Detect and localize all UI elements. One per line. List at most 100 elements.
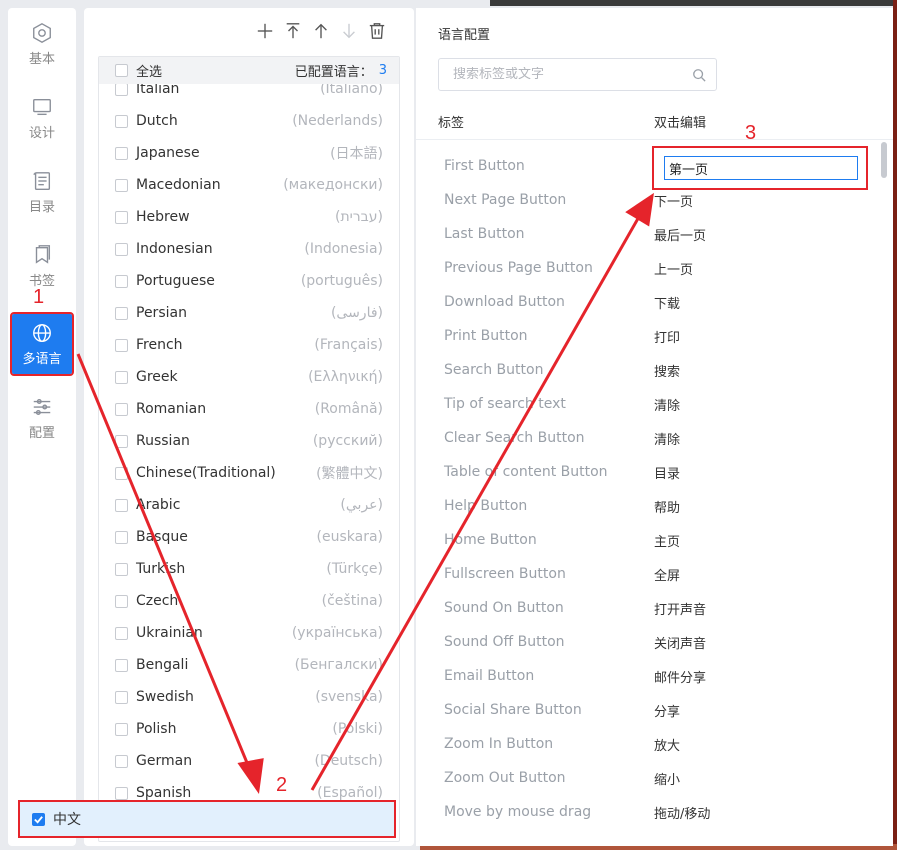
config-row[interactable]: Table of content Button 目录 <box>444 455 864 489</box>
language-row[interactable]: Dutch (Nederlands) <box>99 105 399 137</box>
language-checkbox[interactable] <box>115 722 128 736</box>
language-row[interactable]: Greek (Ελληνική) <box>99 361 399 393</box>
config-value[interactable]: 关闭声音 <box>654 633 706 652</box>
config-value[interactable]: 清除 <box>654 395 680 414</box>
move-up-button[interactable] <box>312 22 330 40</box>
language-checkbox[interactable] <box>115 274 128 288</box>
config-row[interactable]: Fullscreen Button 全屏 <box>444 557 864 591</box>
language-row[interactable]: Macedonian (македонски) <box>99 169 399 201</box>
config-value[interactable]: 搜索 <box>654 361 680 380</box>
add-button[interactable] <box>256 22 274 40</box>
first-button-value-input[interactable] <box>664 156 858 180</box>
config-value[interactable]: 帮助 <box>654 497 680 516</box>
checked-checkbox[interactable] <box>32 812 45 826</box>
language-checkbox[interactable] <box>115 690 128 704</box>
language-row[interactable]: Swedish (svenska) <box>99 681 399 713</box>
config-row[interactable]: Zoom In Button 放大 <box>444 727 864 761</box>
config-row[interactable]: Email Button 邮件分享 <box>444 659 864 693</box>
config-row[interactable]: Home Button 主页 <box>444 523 864 557</box>
language-checkbox[interactable] <box>115 242 128 256</box>
language-checkbox[interactable] <box>115 594 128 608</box>
language-row[interactable]: Ukrainian (українська) <box>99 617 399 649</box>
config-row[interactable]: Zoom Out Button 缩小 <box>444 761 864 795</box>
config-row[interactable]: Tip of search text 清除 <box>444 387 864 421</box>
config-value[interactable]: 下载 <box>654 293 680 312</box>
config-row[interactable]: Move by mouse drag 拖动/移动 <box>444 795 864 829</box>
language-row[interactable]: Russian (русский) <box>99 425 399 457</box>
config-row[interactable]: Previous Page Button 上一页 <box>444 251 864 285</box>
language-checkbox[interactable] <box>115 370 128 384</box>
nav-item-catalog[interactable]: 目录 <box>12 162 72 222</box>
config-value[interactable]: 打印 <box>654 327 680 346</box>
config-value[interactable]: 上一页 <box>654 259 693 278</box>
config-value[interactable]: 邮件分享 <box>654 667 706 686</box>
config-row[interactable]: Last Button 最后一页 <box>444 217 864 251</box>
search-icon[interactable] <box>692 68 706 82</box>
language-row[interactable]: Hebrew (עברית) <box>99 201 399 233</box>
language-checkbox[interactable] <box>115 82 128 96</box>
language-checkbox[interactable] <box>115 498 128 512</box>
config-value[interactable]: 最后一页 <box>654 225 706 244</box>
config-value[interactable]: 分享 <box>654 701 680 720</box>
language-row[interactable]: Basque (euskara) <box>99 521 399 553</box>
language-checkbox[interactable] <box>115 306 128 320</box>
language-checkbox[interactable] <box>115 338 128 352</box>
select-all-checkbox[interactable] <box>115 64 128 77</box>
config-row[interactable]: Print Button 打印 <box>444 319 864 353</box>
nav-item-config[interactable]: 配置 <box>12 388 72 448</box>
language-checkbox[interactable] <box>115 658 128 672</box>
language-checkbox[interactable] <box>115 530 128 544</box>
delete-button[interactable] <box>368 22 386 40</box>
language-row[interactable]: Arabic (عربي) <box>99 489 399 521</box>
config-value[interactable]: 下一页 <box>654 191 693 210</box>
language-row[interactable]: Czech (čeština) <box>99 585 399 617</box>
search-input[interactable] <box>453 67 692 82</box>
language-row[interactable]: Bengali (Бенгалски) <box>99 649 399 681</box>
config-value[interactable]: 目录 <box>654 463 680 482</box>
language-checkbox[interactable] <box>115 434 128 448</box>
config-value[interactable]: 打开声音 <box>654 599 706 618</box>
move-top-button[interactable] <box>284 22 302 40</box>
language-name: Polish <box>136 721 177 737</box>
language-checkbox[interactable] <box>115 754 128 768</box>
language-row[interactable]: Romanian (Română) <box>99 393 399 425</box>
config-row[interactable]: Clear Search Button 清除 <box>444 421 864 455</box>
config-value[interactable]: 拖动/移动 <box>654 803 710 822</box>
language-checkbox[interactable] <box>115 146 128 160</box>
config-value[interactable]: 清除 <box>654 429 680 448</box>
language-row[interactable]: Japanese (日本語) <box>99 137 399 169</box>
nav-item-multilanguage[interactable]: 多语言 <box>10 312 74 376</box>
config-row[interactable]: Sound On Button 打开声音 <box>444 591 864 625</box>
language-row[interactable]: German (Deutsch) <box>99 745 399 777</box>
language-row[interactable]: Chinese(Traditional) (繁體中文) <box>99 457 399 489</box>
language-checkbox[interactable] <box>115 562 128 576</box>
config-value[interactable]: 主页 <box>654 531 680 550</box>
language-checkbox[interactable] <box>115 466 128 480</box>
selected-language-row[interactable]: 中文 <box>18 800 396 838</box>
language-row[interactable]: Persian (فارسی) <box>99 297 399 329</box>
language-checkbox[interactable] <box>115 626 128 640</box>
language-checkbox[interactable] <box>115 178 128 192</box>
language-row[interactable]: Indonesian (Indonesia) <box>99 233 399 265</box>
config-row[interactable]: Social Share Button 分享 <box>444 693 864 727</box>
nav-item-design[interactable]: 设计 <box>12 88 72 148</box>
config-value[interactable]: 缩小 <box>654 769 680 788</box>
language-checkbox[interactable] <box>115 210 128 224</box>
config-row[interactable]: Sound Off Button 关闭声音 <box>444 625 864 659</box>
move-down-button[interactable] <box>340 22 358 40</box>
config-value[interactable]: 全屏 <box>654 565 680 584</box>
language-row[interactable]: Portuguese (português) <box>99 265 399 297</box>
config-value[interactable]: 放大 <box>654 735 680 754</box>
config-row[interactable]: Search Button 搜索 <box>444 353 864 387</box>
scrollbar[interactable] <box>881 142 887 178</box>
language-row[interactable]: Polish (Polski) <box>99 713 399 745</box>
language-row[interactable]: Turkish (Türkçe) <box>99 553 399 585</box>
language-row[interactable]: French (Français) <box>99 329 399 361</box>
nav-item-basic[interactable]: 基本 <box>12 14 72 74</box>
language-checkbox[interactable] <box>115 786 128 800</box>
selected-language-name: 中文 <box>53 812 81 828</box>
language-checkbox[interactable] <box>115 402 128 416</box>
config-row[interactable]: Download Button 下载 <box>444 285 864 319</box>
language-checkbox[interactable] <box>115 114 128 128</box>
config-row[interactable]: Help Button 帮助 <box>444 489 864 523</box>
